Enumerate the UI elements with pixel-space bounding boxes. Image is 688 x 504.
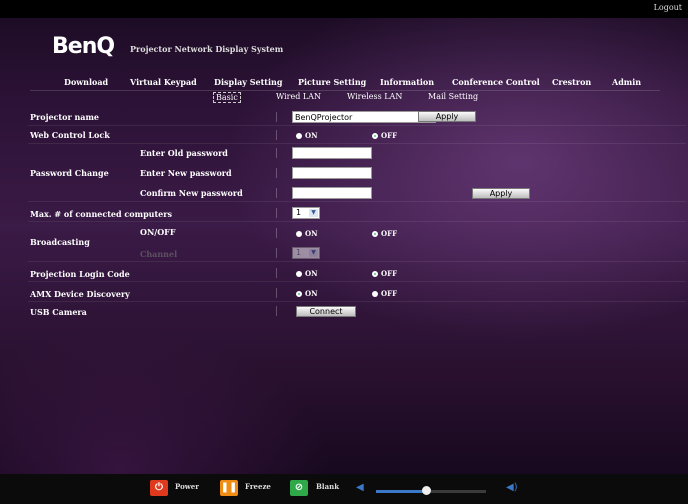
logout-link[interactable]: Logout (654, 3, 682, 12)
bottom-control-bar: ⏻ Power ❚❚ Freeze ⊘ Blank ◀ ◀) (0, 474, 688, 504)
benq-logo: BenQ (52, 34, 115, 59)
radio-icon (296, 133, 302, 139)
confirm-password-label: Confirm New password (140, 188, 243, 198)
projector-name-label: Projector name (30, 112, 100, 122)
row-max-computers: Max. # of connected computers 1 ▼ (28, 204, 686, 222)
blank-icon[interactable]: ⊘ (290, 480, 308, 496)
volume-up-icon[interactable]: ◀) (506, 482, 518, 493)
channel-label: Channel (140, 249, 178, 259)
web-lock-on-radio[interactable]: ON (296, 131, 318, 140)
radio-icon (372, 291, 378, 297)
radio-selected-icon (372, 133, 378, 139)
radio-icon (296, 231, 302, 237)
main-nav: Download Virtual Keypad Display Setting … (30, 74, 660, 91)
volume-slider-handle[interactable] (421, 486, 431, 495)
tab-download[interactable]: Download (64, 77, 108, 87)
chevron-down-icon: ▼ (309, 249, 318, 257)
row-web-control-lock: Web Control Lock ON OFF (28, 126, 686, 144)
projection-login-code-label: Projection Login Code (30, 269, 130, 279)
login-code-on-radio[interactable]: ON (296, 269, 318, 278)
tab-virtual-keypad[interactable]: Virtual Keypad (130, 77, 197, 87)
power-label[interactable]: Power (175, 482, 199, 491)
freeze-label[interactable]: Freeze (245, 482, 271, 491)
web-lock-off-radio[interactable]: OFF (372, 131, 397, 140)
usb-camera-connect-button[interactable]: Connect (296, 306, 356, 317)
blank-label[interactable]: Blank (316, 482, 339, 491)
divider (276, 112, 277, 122)
password-change-label: Password Change (30, 168, 109, 178)
subtab-mail-setting[interactable]: Mail Setting (428, 92, 478, 101)
password-apply-button[interactable]: Apply (472, 188, 530, 199)
radio-icon (296, 271, 302, 277)
web-control-lock-label: Web Control Lock (30, 130, 110, 140)
old-password-input[interactable] (292, 147, 372, 159)
subtab-basic[interactable]: Basic (213, 92, 241, 103)
top-bar: Logout (0, 0, 688, 18)
max-computers-label: Max. # of connected computers (30, 209, 172, 219)
old-password-label: Enter Old password (140, 148, 228, 158)
power-icon[interactable]: ⏻ (150, 480, 168, 496)
tab-conference-control[interactable]: Conference Control (452, 77, 540, 87)
tab-information[interactable]: Information (380, 77, 434, 87)
max-computers-select[interactable]: 1 ▼ (292, 207, 320, 219)
row-usb-camera: USB Camera Connect (28, 302, 686, 320)
chevron-down-icon: ▼ (309, 209, 318, 217)
tab-crestron[interactable]: Crestron (552, 77, 591, 87)
freeze-icon[interactable]: ❚❚ (220, 480, 238, 496)
channel-select[interactable]: 1 ▼ (292, 247, 320, 259)
row-projector-name: Projector name BenQProjector Apply (28, 108, 686, 126)
broadcasting-label: Broadcasting (30, 237, 90, 247)
row-projection-login-code: Projection Login Code ON OFF (28, 264, 686, 282)
confirm-password-input[interactable] (292, 187, 372, 199)
projector-name-input[interactable]: BenQProjector (292, 111, 436, 123)
row-password-change: Password Change Enter Old password Enter… (28, 144, 686, 202)
broadcasting-onoff-label: ON/OFF (140, 227, 176, 237)
radio-selected-icon (372, 231, 378, 237)
broadcasting-on-radio[interactable]: ON (296, 229, 318, 238)
new-password-input[interactable] (292, 167, 372, 179)
volume-slider-fill (376, 490, 426, 493)
system-name: Projector Network Display System (130, 44, 284, 54)
tab-admin[interactable]: Admin (612, 77, 641, 87)
broadcasting-off-radio[interactable]: OFF (372, 229, 397, 238)
amx-on-radio[interactable]: ON (296, 289, 318, 298)
projector-name-apply-button[interactable]: Apply (418, 111, 476, 122)
subtab-wired-lan[interactable]: Wired LAN (276, 92, 321, 101)
amx-discovery-label: AMX Device Discovery (30, 289, 130, 299)
radio-selected-icon (296, 291, 302, 297)
volume-down-icon[interactable]: ◀ (356, 482, 364, 493)
new-password-label: Enter New password (140, 168, 232, 178)
tab-display-setting[interactable]: Display Setting (214, 77, 282, 87)
radio-selected-icon (372, 271, 378, 277)
row-amx-discovery: AMX Device Discovery ON OFF (28, 284, 686, 302)
usb-camera-label: USB Camera (30, 307, 87, 317)
row-broadcasting: Broadcasting ON/OFF ON OFF Channel 1 ▼ (28, 224, 686, 262)
tab-picture-setting[interactable]: Picture Setting (298, 77, 366, 87)
amx-off-radio[interactable]: OFF (372, 289, 397, 298)
subtab-wireless-lan[interactable]: Wireless LAN (347, 92, 402, 101)
login-code-off-radio[interactable]: OFF (372, 269, 397, 278)
